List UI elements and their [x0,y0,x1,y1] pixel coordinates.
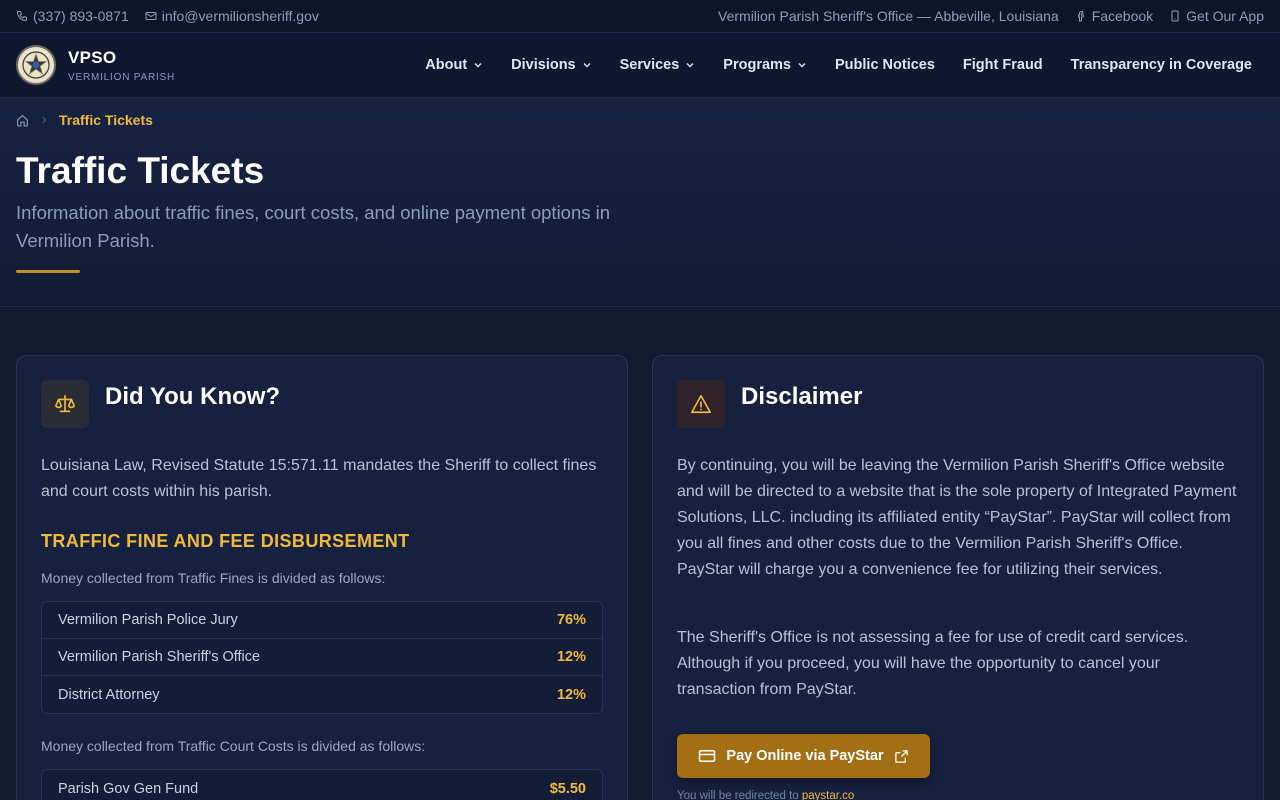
nav-item-transparency[interactable]: Transparency in Coverage [1057,57,1264,73]
recipient-share: 12% [556,686,586,703]
brand-name: VPSO [68,47,117,67]
did-you-know-card: Did You Know? Louisiana Law, Revised Sta… [16,355,628,800]
brand-subtitle: VERMILION PARISH [68,71,176,83]
main-navigation: VPSO VERMILION PARISH About Divisions Se… [0,33,1280,98]
fines-caption: Money collected from Traffic Fines is di… [41,570,386,586]
office-location: Vermilion Parish Sheriff's Office — Abbe… [718,8,1059,24]
pay-online-button[interactable]: Pay Online via PayStar [677,734,930,778]
breadcrumb: Traffic Tickets [16,112,153,128]
nav-label: Fight Fraud [962,57,1043,73]
mail-icon [145,10,157,22]
title-accent-rule [16,270,80,273]
nav-label: About [425,57,468,73]
page-title: Traffic Tickets [16,150,265,191]
table-row: Parish Gov Gen Fund $5.50 [42,770,602,800]
top-utility-bar: (337) 893-0871 info@vermilionsheriff.gov… [0,0,1280,33]
facebook-icon [1075,10,1087,22]
nav-item-services[interactable]: Services [606,57,710,73]
pay-online-label: Pay Online via PayStar [726,748,884,764]
facebook-label: Facebook [1091,8,1154,24]
external-link-icon [894,749,909,764]
nav-label: Public Notices [835,57,935,73]
facebook-link[interactable]: Facebook [1075,8,1153,24]
table-row: Vermilion Parish Police Jury 76% [42,602,602,639]
nav-menu: About Divisions Services Programs Public… [411,57,1264,73]
smartphone-icon [1169,10,1181,22]
did-you-know-title: Did You Know? [105,383,281,410]
warning-icon [677,380,725,428]
credit-card-icon [698,747,716,765]
paystar-link[interactable]: paystar.co [802,790,854,800]
get-app-link[interactable]: Get Our App [1169,8,1264,24]
nav-item-public-notices[interactable]: Public Notices [821,57,949,73]
nav-item-divisions[interactable]: Divisions [497,57,605,73]
page-hero: Traffic Tickets Traffic Tickets Informat… [0,98,1280,307]
nav-item-fight-fraud[interactable]: Fight Fraud [949,57,1057,73]
redirect-note: You will be redirected to paystar.co [677,790,854,800]
redirect-prefix: You will be redirected to [677,790,799,800]
nav-item-about[interactable]: About [411,57,497,73]
disclaimer-paragraph-2: The Sheriff's Office is not assessing a … [677,629,1189,698]
email-link[interactable]: info@vermilionsheriff.gov [145,8,319,24]
recipient-share: 12% [556,649,586,665]
nav-item-programs[interactable]: Programs [709,57,821,73]
chevron-down-icon [582,60,592,70]
email-address: info@vermilionsheriff.gov [161,8,319,24]
recipient-name: Parish Gov Gen Fund [58,780,199,797]
chevron-down-icon [473,60,483,70]
court-costs-caption: Money collected from Traffic Court Costs… [41,738,426,754]
recipient-share: 76% [556,612,586,628]
page-description: Information about traffic fines, court c… [16,202,611,251]
breadcrumb-current: Traffic Tickets [59,112,153,128]
disclaimer-paragraph-1: By continuing, you will be leaving the V… [677,457,1237,578]
disbursement-heading: TRAFFIC FINE AND FEE DISBURSEMENT [41,531,410,551]
home-logo-link[interactable]: VPSO VERMILION PARISH [16,45,175,85]
chevron-right-icon [39,115,49,125]
chevron-down-icon [685,60,695,70]
get-app-label: Get Our App [1186,8,1264,24]
statute-intro: Louisiana Law, Revised Statute 15:571.11… [41,457,597,500]
recipient-share: $5.50 [549,780,586,797]
disclaimer-card: Disclaimer By continuing, you will be le… [652,355,1264,800]
fines-distribution-table: Vermilion Parish Police Jury 76% Vermili… [41,601,603,714]
phone-link[interactable]: (337) 893-0871 [16,8,129,24]
nav-label: Programs [723,57,791,73]
recipient-name: Vermilion Parish Sheriff's Office [58,649,261,665]
nav-label: Divisions [511,57,576,73]
table-row: Vermilion Parish Sheriff's Office 12% [42,639,602,676]
table-row: District Attorney 12% [42,676,602,713]
scale-icon [41,380,89,428]
chevron-down-icon [797,60,807,70]
phone-icon [16,10,28,22]
court-costs-table: Parish Gov Gen Fund $5.50 [41,769,603,800]
home-icon[interactable] [16,114,29,127]
recipient-name: District Attorney [58,686,160,703]
disclaimer-title: Disclaimer [741,383,863,410]
nav-label: Services [619,57,680,73]
sheriff-badge-logo [16,45,56,85]
phone-number: (337) 893-0871 [33,8,129,24]
recipient-name: Vermilion Parish Police Jury [58,612,238,628]
nav-label: Transparency in Coverage [1070,57,1252,73]
